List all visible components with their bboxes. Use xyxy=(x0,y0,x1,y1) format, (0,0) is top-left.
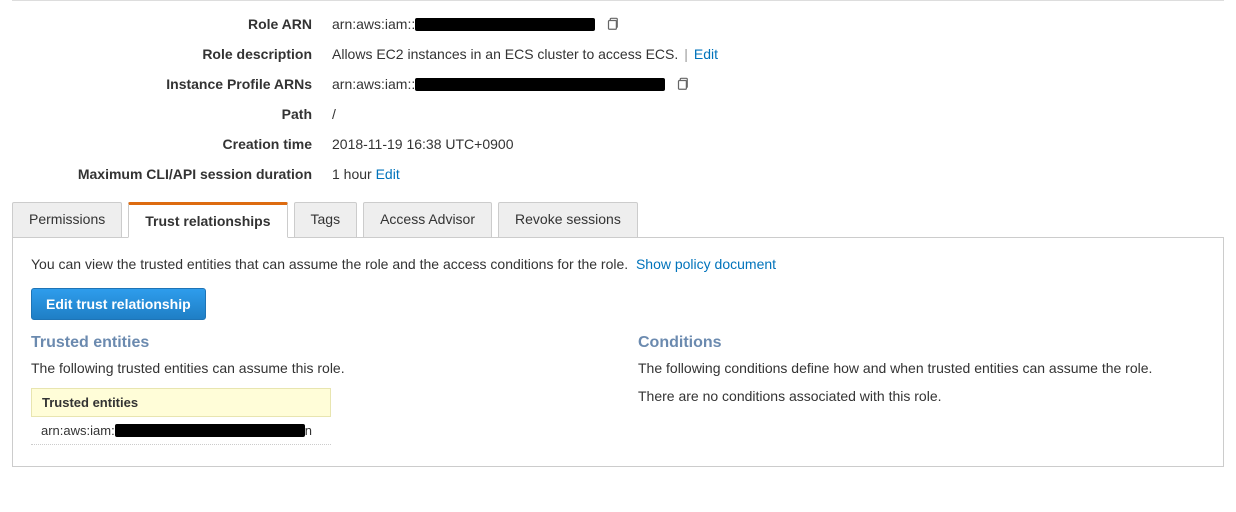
value-instance-profile: arn:aws:iam:: xyxy=(332,76,1224,92)
row-instance-profile: Instance Profile ARNs arn:aws:iam:: xyxy=(12,76,1224,92)
tabs: Permissions Trust relationships Tags Acc… xyxy=(12,202,1224,238)
trusted-entities-table-header: Trusted entities xyxy=(31,388,331,417)
role-details: Role ARN arn:aws:iam:: Role description … xyxy=(12,16,1224,182)
tab-trust-relationships[interactable]: Trust relationships xyxy=(128,202,287,238)
copy-icon[interactable] xyxy=(605,17,619,31)
trusted-entity-suffix: n xyxy=(305,423,312,438)
row-role-arn: Role ARN arn:aws:iam:: xyxy=(12,16,1224,32)
conditions-text: The following conditions define how and … xyxy=(638,360,1205,376)
redacted-block xyxy=(415,18,595,31)
separator: | xyxy=(684,46,688,62)
value-role-arn: arn:aws:iam:: xyxy=(332,16,1224,32)
copy-icon[interactable] xyxy=(675,77,689,91)
tab-access-advisor[interactable]: Access Advisor xyxy=(363,202,492,238)
trusted-entities-text: The following trusted entities can assum… xyxy=(31,360,598,376)
role-arn-prefix: arn:aws:iam:: xyxy=(332,16,415,32)
label-instance-profile: Instance Profile ARNs xyxy=(12,76,332,92)
role-description-text: Allows EC2 instances in an ECS cluster t… xyxy=(332,46,678,62)
instance-profile-prefix: arn:aws:iam:: xyxy=(332,76,415,92)
tab-revoke-sessions[interactable]: Revoke sessions xyxy=(498,202,638,238)
edit-description-link[interactable]: Edit xyxy=(694,46,718,62)
value-role-description: Allows EC2 instances in an ECS cluster t… xyxy=(332,46,1224,62)
value-max-session: 1 hour Edit xyxy=(332,166,1224,182)
tab-tags[interactable]: Tags xyxy=(294,202,358,238)
edit-trust-relationship-button[interactable]: Edit trust relationship xyxy=(31,288,206,320)
trusted-entities-row: arn:aws:iam: n xyxy=(31,417,331,445)
tab-permissions[interactable]: Permissions xyxy=(12,202,122,238)
row-creation-time: Creation time 2018-11-19 16:38 UTC+0900 xyxy=(12,136,1224,152)
value-path: / xyxy=(332,106,1224,122)
trusted-entity-prefix: arn:aws:iam: xyxy=(41,423,115,438)
panel-description: You can view the trusted entities that c… xyxy=(31,256,1205,272)
conditions-empty-text: There are no conditions associated with … xyxy=(638,388,1205,404)
label-role-arn: Role ARN xyxy=(12,16,332,32)
show-policy-link[interactable]: Show policy document xyxy=(636,256,776,272)
edit-session-link[interactable]: Edit xyxy=(376,166,400,182)
redacted-block xyxy=(115,424,305,437)
redacted-block xyxy=(415,78,665,91)
trusted-entities-heading: Trusted entities xyxy=(31,334,598,352)
label-creation-time: Creation time xyxy=(12,136,332,152)
max-session-text: 1 hour xyxy=(332,166,372,182)
conditions-section: Conditions The following conditions defi… xyxy=(638,334,1205,445)
value-creation-time: 2018-11-19 16:38 UTC+0900 xyxy=(332,136,1224,152)
label-role-description: Role description xyxy=(12,46,332,62)
trust-relationships-panel: You can view the trusted entities that c… xyxy=(12,237,1224,467)
label-max-session: Maximum CLI/API session duration xyxy=(12,166,332,182)
row-path: Path / xyxy=(12,106,1224,122)
trusted-entities-section: Trusted entities The following trusted e… xyxy=(31,334,598,445)
row-role-description: Role description Allows EC2 instances in… xyxy=(12,46,1224,62)
conditions-heading: Conditions xyxy=(638,334,1205,352)
panel-description-text: You can view the trusted entities that c… xyxy=(31,256,628,272)
row-max-session: Maximum CLI/API session duration 1 hour … xyxy=(12,166,1224,182)
label-path: Path xyxy=(12,106,332,122)
